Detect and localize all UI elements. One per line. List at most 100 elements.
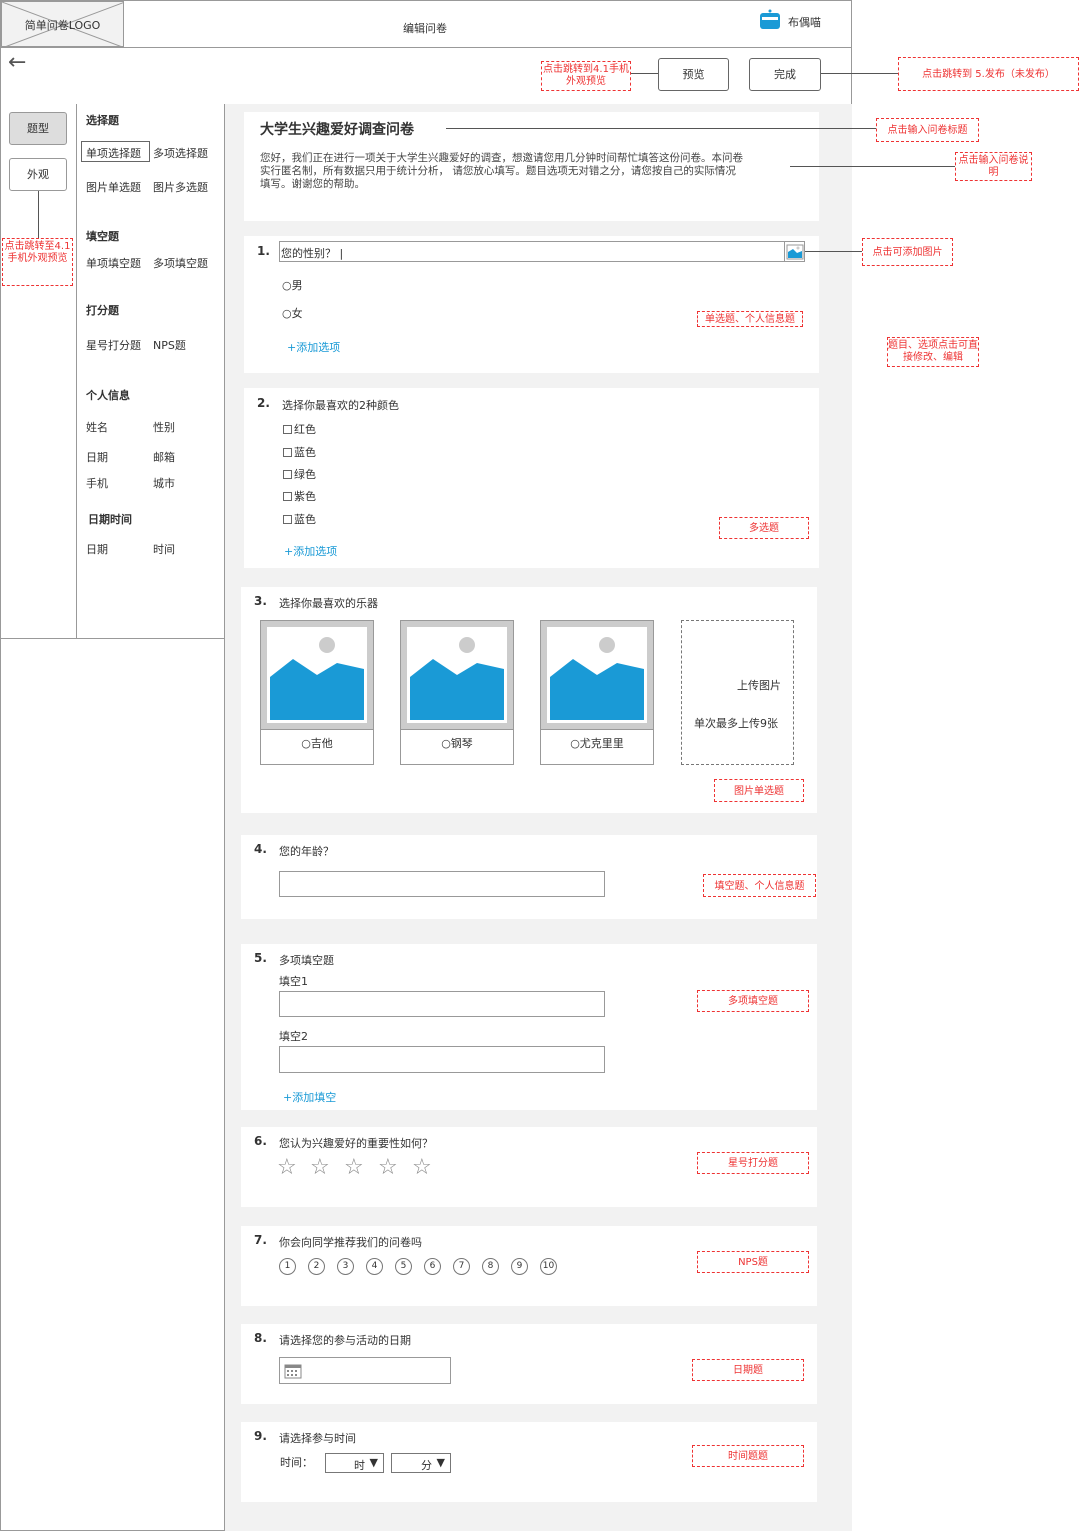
nps-option[interactable]: 2 xyxy=(308,1258,325,1275)
type-dt-time[interactable]: 时间 xyxy=(153,541,175,557)
tab-question-types[interactable]: 题型 xyxy=(9,112,67,145)
question-number: 3. xyxy=(254,594,267,608)
nps-option[interactable]: 5 xyxy=(395,1258,412,1275)
type-multi-fill[interactable]: 多项填空题 xyxy=(153,255,208,271)
add-blank-link[interactable]: +添加填空 xyxy=(283,1089,336,1105)
type-gender[interactable]: 性别 xyxy=(153,419,175,435)
option-male[interactable]: ○男 xyxy=(282,277,303,293)
checkbox-option[interactable]: 蓝色 xyxy=(283,444,316,460)
hour-select[interactable]: 时 ▼ xyxy=(325,1453,384,1473)
survey-title[interactable]: 大学生兴趣爱好调查问卷 xyxy=(260,119,414,139)
type-name[interactable]: 姓名 xyxy=(86,419,108,435)
type-phone[interactable]: 手机 xyxy=(86,475,108,491)
question-text[interactable]: 您认为兴趣爱好的重要性如何？ xyxy=(279,1135,433,1151)
description-line: 您好，我们正在进行一项关于大学生兴趣爱好的调查，想邀请您用几分钟时间帮忙填答这份… xyxy=(260,152,743,164)
tag-q4: 填空题、个人信息题 xyxy=(703,874,816,897)
tag-q3: 图片单选题 xyxy=(714,779,804,802)
nps-option[interactable]: 10 xyxy=(540,1258,557,1275)
question-text[interactable]: 你会向同学推荐我们的问卷吗 xyxy=(279,1234,422,1250)
add-image-icon[interactable] xyxy=(784,242,804,261)
date-input[interactable] xyxy=(279,1357,451,1384)
age-input[interactable] xyxy=(279,871,605,897)
type-date[interactable]: 日期 xyxy=(86,449,108,465)
checkbox-icon xyxy=(283,492,292,501)
note-title-input: 点击输入问卷标题 xyxy=(876,118,979,142)
type-single-choice[interactable]: 单项选择题 xyxy=(86,145,141,161)
connector xyxy=(631,73,658,74)
section-fill: 填空题 xyxy=(86,230,119,243)
question-number: 1. xyxy=(257,244,270,258)
logo: 简单问卷LOGO xyxy=(1,1,124,47)
question-card-2 xyxy=(244,388,819,568)
star-icon[interactable]: ☆ xyxy=(344,1155,364,1180)
type-nps[interactable]: NPS题 xyxy=(153,337,186,353)
question-number: 7. xyxy=(254,1233,267,1247)
add-option-link[interactable]: +添加选项 xyxy=(284,543,337,559)
nps-option[interactable]: 7 xyxy=(453,1258,470,1275)
image-option-ukulele[interactable]: ○尤克里里 xyxy=(540,620,654,765)
checkbox-option[interactable]: 蓝色 xyxy=(283,511,316,527)
image-option-piano[interactable]: ○钢琴 xyxy=(400,620,514,765)
chevron-down-icon: ▼ xyxy=(436,1456,445,1469)
checkbox-option[interactable]: 绿色 xyxy=(283,466,316,482)
add-option-link[interactable]: +添加选项 xyxy=(287,339,340,355)
image-option-guitar[interactable]: ○吉他 xyxy=(260,620,374,765)
tag-q8: 日期题 xyxy=(692,1359,804,1381)
blank-input-2[interactable] xyxy=(279,1046,605,1073)
section-choice: 选择题 xyxy=(86,114,119,127)
preview-button[interactable]: 预览 xyxy=(658,58,729,91)
question-card-5 xyxy=(241,944,817,1110)
nps-option[interactable]: 6 xyxy=(424,1258,441,1275)
blank-label[interactable]: 填空2 xyxy=(279,1028,308,1044)
question-text[interactable]: 选择你最喜欢的2种颜色 xyxy=(282,397,399,413)
nps-option[interactable]: 9 xyxy=(511,1258,528,1275)
upload-image-area[interactable]: 上传图片 单次最多上传9张 xyxy=(681,620,794,765)
star-icon[interactable]: ☆ xyxy=(378,1155,398,1180)
nps-option[interactable]: 3 xyxy=(337,1258,354,1275)
option-label: 蓝色 xyxy=(294,446,316,459)
avatar[interactable] xyxy=(759,8,781,30)
section-datetime: 日期时间 xyxy=(88,513,132,526)
page-title: 编辑问卷 xyxy=(403,22,447,35)
question-text[interactable]: 请选择您的参与活动的日期 xyxy=(279,1332,411,1348)
checkbox-option[interactable]: 红色 xyxy=(283,421,316,437)
blank-label[interactable]: 填空1 xyxy=(279,973,308,989)
option-label: 红色 xyxy=(294,423,316,436)
type-city[interactable]: 城市 xyxy=(153,475,175,491)
image-option-label: ○吉他 xyxy=(261,729,373,758)
star-icon[interactable]: ☆ xyxy=(412,1155,432,1180)
survey-description[interactable]: 您好，我们正在进行一项关于大学生兴趣爱好的调查，想邀请您用几分钟时间帮忙填答这份… xyxy=(260,152,805,191)
done-button[interactable]: 完成 xyxy=(749,58,821,91)
question-number: 8. xyxy=(254,1331,267,1345)
type-image-single[interactable]: 图片单选题 xyxy=(86,179,141,195)
question-text[interactable]: 选择你最喜欢的乐器 xyxy=(279,595,378,611)
question-text[interactable]: 您的年龄？ xyxy=(279,843,334,859)
question-title-input[interactable]: 您的性别？ | xyxy=(279,241,805,262)
back-arrow-icon[interactable]: ← xyxy=(8,52,26,74)
tab-appearance[interactable]: 外观 xyxy=(9,158,67,191)
question-text[interactable]: 请选择参与时间 xyxy=(279,1430,356,1446)
option-female[interactable]: ○女 xyxy=(282,305,303,321)
section-rating: 打分题 xyxy=(86,304,119,317)
blank-input-1[interactable] xyxy=(279,991,605,1017)
nps-option[interactable]: 8 xyxy=(482,1258,499,1275)
question-text[interactable]: 多项填空题 xyxy=(279,952,334,968)
nps-option[interactable]: 4 xyxy=(366,1258,383,1275)
minute-select[interactable]: 分 ▼ xyxy=(391,1453,451,1473)
type-email[interactable]: 邮箱 xyxy=(153,449,175,465)
type-single-fill[interactable]: 单项填空题 xyxy=(86,255,141,271)
type-star-rating[interactable]: 星号打分题 xyxy=(86,337,141,353)
star-icon[interactable]: ☆ xyxy=(310,1155,330,1180)
checkbox-option[interactable]: 紫色 xyxy=(283,488,316,504)
checkbox-icon xyxy=(283,470,292,479)
type-image-multi[interactable]: 图片多选题 xyxy=(153,179,208,195)
username[interactable]: 布偶喵 xyxy=(788,14,821,30)
option-label: 紫色 xyxy=(294,490,316,503)
chevron-down-icon: ▼ xyxy=(369,1456,378,1469)
time-label: 时间： xyxy=(280,1456,313,1469)
nps-option[interactable]: 1 xyxy=(279,1258,296,1275)
type-dt-date[interactable]: 日期 xyxy=(86,541,108,557)
star-icon[interactable]: ☆ xyxy=(277,1155,297,1180)
type-multi-choice[interactable]: 多项选择题 xyxy=(153,145,208,161)
checkbox-icon xyxy=(283,448,292,457)
